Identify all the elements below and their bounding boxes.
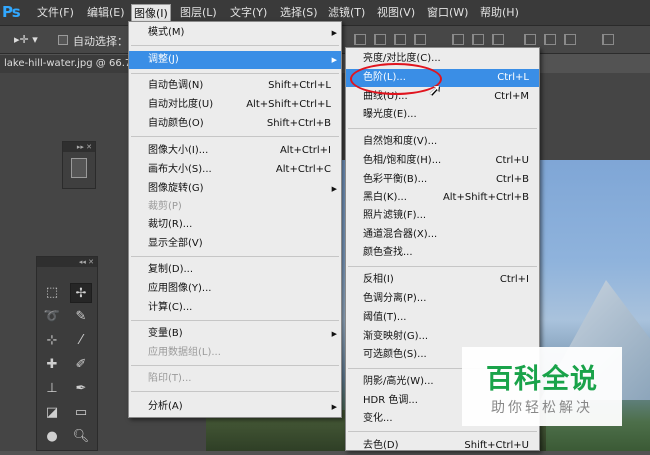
menu-item-photo-filter[interactable]: 照片滤镜(F)... [346, 207, 539, 225]
menu-file[interactable]: 文件(F) [35, 5, 76, 21]
distribute-top-icon[interactable] [452, 34, 464, 45]
menu-divider [131, 136, 339, 137]
submenu-arrow-icon: ▶ [331, 56, 337, 64]
lasso-tool-icon[interactable]: ➰ [41, 307, 63, 327]
menu-item-color-balance[interactable]: 色彩平衡(B)... Ctrl+B [346, 171, 539, 189]
menu-item-adjustments[interactable]: 调整(J) ▶ [129, 51, 341, 69]
gradient-tool-icon[interactable]: ▭ [70, 403, 92, 423]
distribute-right-icon[interactable] [564, 34, 576, 45]
menu-item-mode[interactable]: 模式(M) ▶ [129, 24, 341, 42]
menu-divider [131, 320, 339, 321]
menu-item-apply-data-set: 应用数据组(L)... [148, 347, 221, 358]
eraser-tool-icon[interactable]: ◪ [41, 403, 63, 423]
menu-item-auto-tone[interactable]: 自动色调(N) Shift+Ctrl+L [129, 77, 341, 95]
menu-divider [131, 365, 339, 366]
collapsed-panel: ▸▸ ✕ [62, 141, 96, 189]
align-bottom-icon[interactable] [394, 34, 406, 45]
distribute-bottom-icon[interactable] [492, 34, 504, 45]
tools-panel: ◂◂ ✕ ⬚ ✢ ➰ ✎ ⊹ ⁄ ✚ ✐ ⊥ ✒ ◪ ▭ ● 🔍︎ [36, 256, 98, 451]
auto-select-label: 自动选择： [73, 35, 128, 48]
image-menu: 模式(M) ▶ 调整(J) ▶ 自动色调(N) Shift+Ctrl+L 自动对比度(… [128, 21, 342, 418]
menu-item-trim[interactable]: 裁切(R)... [129, 216, 341, 234]
menu-divider [348, 431, 537, 432]
submenu-arrow-icon: ▶ [331, 29, 337, 37]
menu-divider [131, 45, 339, 46]
move-tool-icon[interactable]: ▸✛ ▾ [14, 33, 38, 46]
panel-collapse-icon[interactable]: ▸▸ ✕ [63, 142, 95, 152]
menu-item-analysis[interactable]: 分析(A) ▶ [129, 398, 341, 416]
menu-divider [131, 256, 339, 257]
watermark-subtitle: 助你轻松解决 [491, 400, 593, 416]
menu-item-canvas-size[interactable]: 画布大小(S)... Alt+Ctrl+C [129, 161, 341, 179]
brush-tool-icon[interactable]: ✐ [70, 355, 92, 375]
distribute-left-icon[interactable] [524, 34, 536, 45]
menu-item-exposure[interactable]: 曝光度(E)... [346, 106, 539, 124]
distribute-vcenter-icon[interactable] [472, 34, 484, 45]
menu-item-variables[interactable]: 变量(B) ▶ [129, 325, 341, 343]
menu-item-vibrance[interactable]: 自然饱和度(V)... [346, 133, 539, 151]
submenu-arrow-icon: ▶ [331, 330, 337, 338]
menu-type[interactable]: 文字(Y) [228, 5, 269, 21]
watermark-title: 百科全说 [486, 364, 598, 395]
auto-align-icon[interactable] [602, 34, 614, 45]
menu-item-auto-contrast[interactable]: 自动对比度(U) Alt+Shift+Ctrl+L [129, 96, 341, 114]
healing-brush-tool-icon[interactable]: ✚ [41, 355, 63, 375]
align-vcenter-icon[interactable] [374, 34, 386, 45]
menu-image[interactable]: 图像(I) [131, 4, 171, 22]
photoshop-logo: Ps [2, 3, 21, 21]
menu-item-auto-color[interactable]: 自动颜色(O) Shift+Ctrl+B [129, 115, 341, 133]
submenu-arrow-icon: ▶ [331, 185, 337, 193]
marquee-tool-icon[interactable]: ⬚ [41, 283, 63, 303]
blur-tool-icon[interactable]: ● [41, 427, 63, 447]
menu-item-calculations[interactable]: 计算(C)... [129, 299, 341, 317]
menu-item-trap: 陷印(T)... [148, 373, 192, 384]
dodge-tool-icon[interactable]: 🔍︎ [70, 427, 92, 447]
auto-select-checkbox[interactable] [58, 35, 68, 45]
menu-divider [348, 266, 537, 267]
menu-item-black-white[interactable]: 黑白(K)... Alt+Shift+Ctrl+B [346, 189, 539, 207]
menu-item-invert[interactable]: 反相(I) Ctrl+I [346, 271, 539, 289]
menu-item-image-size[interactable]: 图像大小(I)... Alt+Ctrl+I [129, 142, 341, 160]
history-brush-tool-icon[interactable]: ✒ [70, 379, 92, 399]
menu-item-color-lookup[interactable]: 颜色查找... [346, 244, 539, 262]
quick-select-tool-icon[interactable]: ✎ [70, 307, 92, 327]
history-panel-icon[interactable] [71, 158, 87, 178]
menu-divider [348, 128, 537, 129]
menu-item-image-rotation[interactable]: 图像旋转(G) ▶ [129, 180, 341, 198]
menu-divider [131, 73, 339, 74]
distribute-hcenter-icon[interactable] [544, 34, 556, 45]
menu-item-duplicate[interactable]: 复制(D)... [129, 261, 341, 279]
move-tool-icon[interactable]: ✢ [70, 283, 92, 303]
menu-layer[interactable]: 图层(L) [178, 5, 219, 21]
menu-help[interactable]: 帮助(H) [478, 5, 521, 21]
menu-divider [131, 391, 339, 392]
align-top-icon[interactable] [354, 34, 366, 45]
menu-item-apply-image[interactable]: 应用图像(Y)... [129, 280, 341, 298]
menu-item-posterize[interactable]: 色调分离(P)... [346, 290, 539, 308]
clone-stamp-tool-icon[interactable]: ⊥ [41, 379, 63, 399]
menu-edit[interactable]: 编辑(E) [85, 5, 127, 21]
document-tab[interactable]: lake-hill-water.jpg @ 66.7 [0, 55, 128, 73]
menu-item-desaturate[interactable]: 去色(D) Shift+Ctrl+U [346, 437, 539, 455]
eyedropper-tool-icon[interactable]: ⁄ [70, 331, 92, 351]
menu-window[interactable]: 窗口(W) [425, 5, 470, 21]
align-left-icon[interactable] [414, 34, 426, 45]
menu-item-crop: 裁剪(P) [148, 201, 182, 212]
watermark: 百科全说 助你轻松解决 [462, 347, 622, 426]
menu-item-channel-mixer[interactable]: 通道混合器(X)... [346, 226, 539, 244]
menu-select[interactable]: 选择(S) [278, 5, 320, 21]
menu-item-reveal-all[interactable]: 显示全部(V) [129, 235, 341, 253]
tools-collapse-icon[interactable]: ◂◂ ✕ [37, 257, 97, 267]
menu-view[interactable]: 视图(V) [375, 5, 417, 21]
menu-filter[interactable]: 滤镜(T) [326, 5, 367, 21]
menu-item-threshold[interactable]: 阈值(T)... [346, 309, 539, 327]
submenu-arrow-icon: ▶ [331, 403, 337, 411]
menu-item-hue-saturation[interactable]: 色相/饱和度(H)... Ctrl+U [346, 152, 539, 170]
align-icons-group [348, 32, 648, 48]
menu-item-gradient-map[interactable]: 渐变映射(G)... [346, 328, 539, 346]
mouse-cursor-icon: ➚ [428, 80, 442, 99]
crop-tool-icon[interactable]: ⊹ [41, 331, 63, 351]
